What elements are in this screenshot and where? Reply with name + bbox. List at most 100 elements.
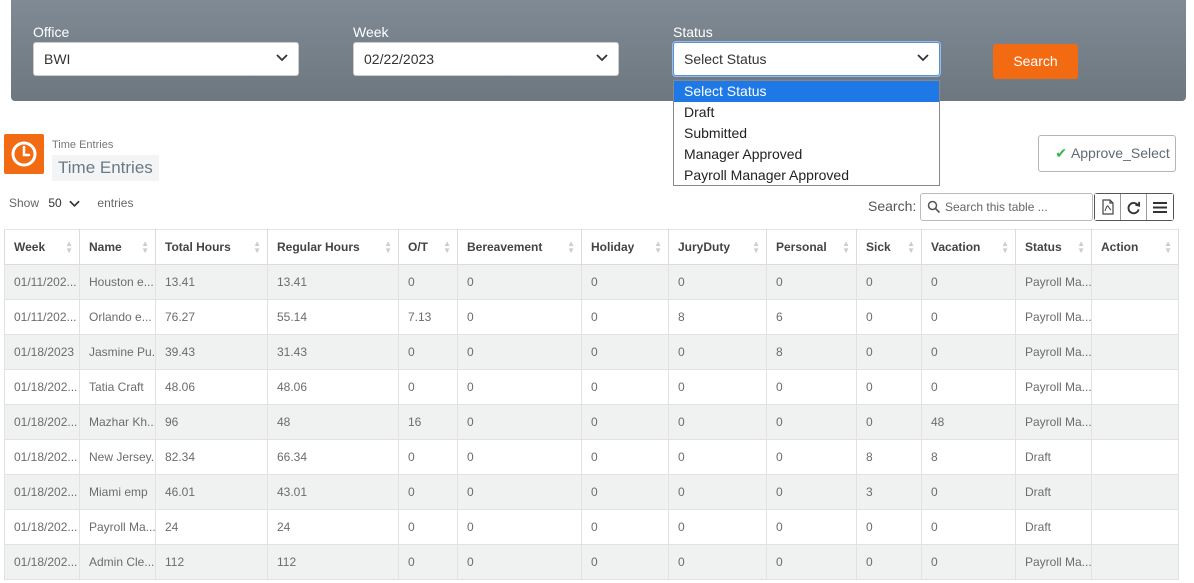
- week-select[interactable]: 02/22/2023: [353, 42, 619, 76]
- cell-week: 01/11/202...: [4, 299, 80, 335]
- table-search-input[interactable]: Search this table ...: [920, 193, 1093, 221]
- approve-select-button[interactable]: ✔ Approve_Select: [1038, 135, 1176, 172]
- column-header-total-hours[interactable]: Total Hours ▲ ▼: [155, 229, 268, 265]
- cell-juryduty: 0: [668, 334, 767, 370]
- cell-juryduty: 0: [668, 439, 767, 475]
- cell-regular-hours: 112: [267, 544, 399, 580]
- cell-vacation: 48: [921, 404, 1016, 440]
- table-row[interactable]: 01/11/202... Orlando e... 76.27 55.14 7.13 0 0…: [4, 299, 1179, 335]
- week-value: 02/22/2023: [364, 51, 435, 67]
- cell-vacation: 0: [921, 509, 1016, 545]
- table-row[interactable]: 01/18/202... Tatia Craft 48.06 48.06 0 0 0 0 0 0 0…: [4, 369, 1179, 405]
- cell-regular-hours: 55.14: [267, 299, 399, 335]
- pdf-export-button[interactable]: [1095, 194, 1121, 220]
- cell-action[interactable]: [1091, 264, 1179, 300]
- column-header-juryduty[interactable]: JuryDuty ▲ ▼: [668, 229, 767, 265]
- search-icon: [927, 200, 941, 214]
- column-header-name[interactable]: Name ▲ ▼: [79, 229, 156, 265]
- status-option-submitted[interactable]: Submitted: [674, 123, 939, 144]
- chevron-down-icon: [917, 54, 929, 62]
- column-header-bereavement[interactable]: Bereavement ▲ ▼: [457, 229, 582, 265]
- search-button[interactable]: Search: [993, 44, 1078, 79]
- office-select[interactable]: BWI: [33, 42, 299, 76]
- entries-count-select[interactable]: 50: [48, 196, 83, 210]
- status-option-payroll-manager-approved[interactable]: Payroll Manager Approved: [674, 165, 939, 186]
- cell-action[interactable]: [1091, 474, 1179, 510]
- cell-action[interactable]: [1091, 439, 1179, 475]
- show-label: Show: [9, 196, 40, 210]
- office-value: BWI: [44, 51, 71, 67]
- cell-name: Orlando e...: [79, 299, 156, 335]
- cell-juryduty: 0: [668, 404, 767, 440]
- cell-regular-hours: 66.34: [267, 439, 399, 475]
- column-header-week[interactable]: Week ▲ ▼: [4, 229, 80, 265]
- column-header-action[interactable]: Action ▲ ▼: [1091, 229, 1179, 265]
- status-option-manager-approved[interactable]: Manager Approved: [674, 144, 939, 165]
- breadcrumb: Time Entries: [52, 139, 114, 151]
- cell-name: Tatia Craft: [79, 369, 156, 405]
- cell-week: 01/18/2023: [4, 334, 80, 370]
- sort-icon: ▲ ▼: [384, 239, 392, 255]
- cell-action[interactable]: [1091, 299, 1179, 335]
- table-row[interactable]: 01/18/202... New Jersey... 82.34 66.34 0 0 0 0 0…: [4, 439, 1179, 475]
- cell-holiday: 0: [581, 404, 669, 440]
- entries-count: 50: [48, 196, 62, 210]
- status-option-select-status[interactable]: Select Status: [674, 81, 939, 102]
- cell-action[interactable]: [1091, 334, 1179, 370]
- column-header-label: Total Hours: [165, 240, 231, 254]
- column-header-label: Personal: [776, 240, 827, 254]
- cell-action[interactable]: [1091, 509, 1179, 545]
- column-header-vacation[interactable]: Vacation ▲ ▼: [921, 229, 1016, 265]
- cell-personal: 0: [766, 264, 857, 300]
- cell-week: 01/18/202...: [4, 544, 80, 580]
- columns-toggle-button[interactable]: [1147, 194, 1173, 220]
- cell-status: Payroll Ma...: [1015, 544, 1092, 580]
- column-header-regular-hours[interactable]: Regular Hours ▲ ▼: [267, 229, 399, 265]
- cell-sick: 3: [856, 474, 922, 510]
- status-filter: Status Select Status: [673, 22, 940, 76]
- sort-icon: ▲ ▼: [65, 239, 73, 255]
- cell-sick: 0: [856, 509, 922, 545]
- cell-week: 01/18/202...: [4, 404, 80, 440]
- column-header-status[interactable]: Status ▲ ▼: [1015, 229, 1092, 265]
- table-row[interactable]: 01/11/202... Houston e... 13.41 13.41 0 0 0 0 0 0…: [4, 264, 1179, 300]
- sort-icon: ▲ ▼: [141, 239, 149, 255]
- cell-action[interactable]: [1091, 369, 1179, 405]
- cell-week: 01/18/202...: [4, 439, 80, 475]
- table-row[interactable]: 01/18/2023 Jasmine Pu... 39.43 31.43 0 0 0 0 8 0 0…: [4, 334, 1179, 370]
- column-header-sick[interactable]: Sick ▲ ▼: [856, 229, 922, 265]
- cell-name: Miami emp: [79, 474, 156, 510]
- cell-regular-hours: 24: [267, 509, 399, 545]
- cell-holiday: 0: [581, 544, 669, 580]
- table-row[interactable]: 01/18/202... Admin Cle... 112 112 0 0 0 0 0 0 0 Pay…: [4, 544, 1179, 580]
- refresh-button[interactable]: [1121, 194, 1147, 220]
- cell-juryduty: 0: [668, 509, 767, 545]
- cell-action[interactable]: [1091, 404, 1179, 440]
- chevron-down-icon: [276, 54, 288, 62]
- cell-vacation: 0: [921, 544, 1016, 580]
- cell-holiday: 0: [581, 474, 669, 510]
- column-header-label: Name: [89, 240, 122, 254]
- status-select[interactable]: Select Status: [673, 42, 940, 76]
- status-option-draft[interactable]: Draft: [674, 102, 939, 123]
- column-header-personal[interactable]: Personal ▲ ▼: [766, 229, 857, 265]
- cell-holiday: 0: [581, 509, 669, 545]
- cell-action[interactable]: [1091, 544, 1179, 580]
- clock-icon: [11, 141, 37, 167]
- table-row[interactable]: 01/18/202... Mazhar Kh... 96 48 16 0 0 0 0 0 48 Pay…: [4, 404, 1179, 440]
- table-row[interactable]: 01/18/202... Miami emp 46.01 43.01 0 0 0 0 0 3 0 Dr…: [4, 474, 1179, 510]
- cell-status: Payroll Ma...: [1015, 334, 1092, 370]
- status-value: Select Status: [684, 51, 767, 67]
- cell-holiday: 0: [581, 264, 669, 300]
- column-header-holiday[interactable]: Holiday ▲ ▼: [581, 229, 669, 265]
- cell-vacation: 0: [921, 369, 1016, 405]
- column-header-label: Vacation: [931, 240, 981, 254]
- cell-o-t: 0: [398, 369, 458, 405]
- sort-icon: ▲ ▼: [752, 239, 760, 255]
- sort-icon: ▲ ▼: [654, 239, 662, 255]
- column-header-o-t[interactable]: O/T ▲ ▼: [398, 229, 458, 265]
- table-row[interactable]: 01/18/202... Payroll Ma... 24 24 0 0 0 0 0 0 0 Draf…: [4, 509, 1179, 545]
- cell-bereavement: 0: [457, 299, 582, 335]
- office-label: Office: [33, 24, 70, 40]
- cell-bereavement: 0: [457, 264, 582, 300]
